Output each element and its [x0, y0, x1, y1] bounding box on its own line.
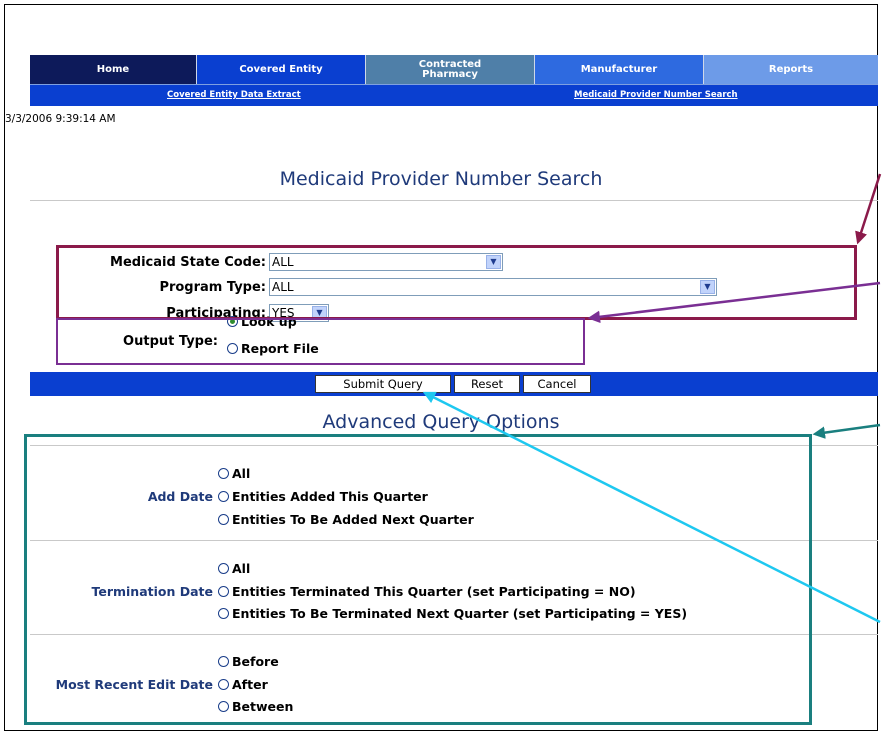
tab-manufacturer[interactable]: Manufacturer: [535, 55, 704, 84]
submit-query-button[interactable]: Submit Query: [315, 375, 451, 393]
tab-contracted-pharmacy[interactable]: Contracted Pharmacy: [366, 55, 535, 84]
covered-entity-data-extract-link[interactable]: Covered Entity Data Extract: [167, 90, 301, 100]
reset-button[interactable]: Reset: [454, 375, 520, 393]
main-nav: Home Covered Entity Contracted Pharmacy …: [30, 55, 878, 84]
medicaid-provider-number-search-link[interactable]: Medicaid Provider Number Search: [574, 90, 738, 100]
annotation-box-advanced: [24, 434, 812, 725]
annotation-box-search-criteria: [56, 245, 857, 320]
page-title: Medicaid Provider Number Search: [279, 168, 603, 190]
annotation-box-output-type: [56, 318, 585, 365]
tab-home[interactable]: Home: [30, 55, 197, 84]
cancel-button[interactable]: Cancel: [523, 375, 591, 393]
timestamp: 3/3/2006 9:39:14 AM: [5, 113, 116, 125]
tab-covered-entity[interactable]: Covered Entity: [197, 55, 366, 84]
divider: [30, 200, 878, 201]
tab-reports[interactable]: Reports: [704, 55, 878, 84]
advanced-options-title: Advanced Query Options: [322, 411, 560, 433]
sub-nav: Covered Entity Data Extract Medicaid Pro…: [30, 84, 878, 106]
